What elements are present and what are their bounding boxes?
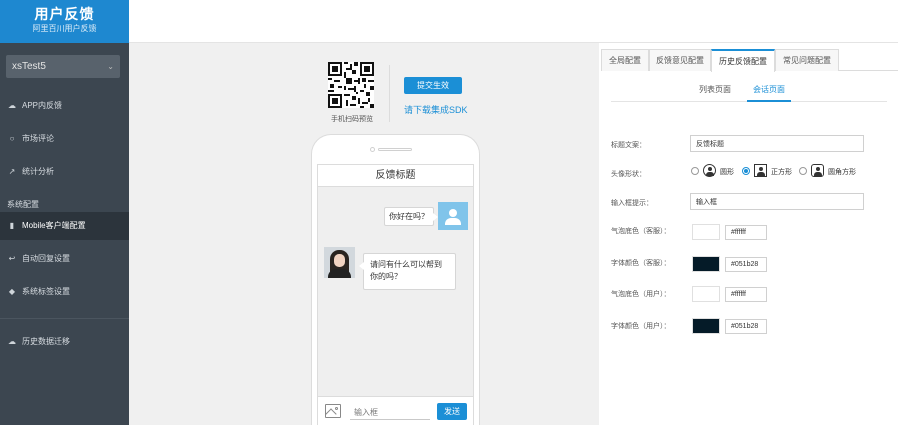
- vertical-divider: [389, 65, 390, 122]
- sidebar-item-label: 历史数据迁移: [22, 337, 70, 346]
- font-agent-swatch[interactable]: [692, 256, 720, 272]
- tag-icon: ◆: [8, 287, 16, 296]
- sidebar-item-market-review[interactable]: ○ 市场评论: [0, 125, 129, 153]
- sidebar: 用户反馈 阿里百川用户反馈 xsTest5 ⌄ ☁ APP内反馈 ○ 市场评论 …: [0, 0, 129, 425]
- sidebar-item-data-migration[interactable]: ☁ 历史数据迁移: [0, 328, 129, 356]
- tab-history-config[interactable]: 历史反馈配置: [711, 49, 775, 72]
- radio-rounded-square-label: 圆角方形: [828, 169, 856, 176]
- agent-message-bubble: 请问有什么可以帮到你的吗？: [359, 253, 456, 290]
- cloud-upload-icon: ☁: [8, 337, 16, 346]
- font-agent-hex[interactable]: #051b28: [725, 257, 767, 272]
- title-label: 标题文案：: [611, 142, 646, 149]
- config-tabs: 全局配置 反馈意见配置 历史反馈配置 常见问题配置: [601, 49, 898, 72]
- brand-subtitle: 阿里百川用户反馈: [32, 24, 97, 33]
- phone-input-bar: 发送: [318, 396, 473, 425]
- tab-feedback-config[interactable]: 反馈意见配置: [649, 49, 711, 71]
- sidebar-item-statistics[interactable]: ↗ 统计分析: [0, 158, 129, 186]
- brand-header: 用户反馈 阿里百川用户反馈: [0, 0, 129, 43]
- sidebar-item-label: Mobile客户端配置: [22, 221, 86, 230]
- chart-icon: ↗: [8, 167, 16, 176]
- bubble-agent-hex[interactable]: #ffffff: [725, 225, 767, 240]
- sidebar-item-label: 统计分析: [22, 167, 54, 176]
- brand-title: 用户反馈: [34, 6, 95, 22]
- send-button[interactable]: 发送: [437, 403, 467, 420]
- radio-circle[interactable]: [691, 167, 699, 175]
- avatar-rounded-square-icon: [811, 164, 824, 177]
- app-select[interactable]: xsTest5 ⌄: [6, 55, 120, 78]
- nav-section-label: 系统配置: [7, 200, 39, 209]
- nav-divider: [0, 318, 129, 319]
- radio-rounded-square[interactable]: [799, 167, 807, 175]
- config-panel: 全局配置 反馈意见配置 历史反馈配置 常见问题配置 列表页面 会话页面 标题文案…: [599, 43, 898, 425]
- phone-title: 反馈标题: [318, 165, 473, 187]
- font-agent-label: 字体颜色（客服）：: [611, 260, 671, 267]
- bubble-user-hex[interactable]: #ffffff: [725, 287, 767, 302]
- user-avatar-icon: [438, 202, 468, 230]
- bubble-agent-label: 气泡底色（客服）：: [611, 228, 671, 235]
- phone-message-input[interactable]: [350, 405, 430, 420]
- bubble-agent-swatch[interactable]: [692, 224, 720, 240]
- image-icon[interactable]: [325, 404, 341, 420]
- radio-square-label: 正方形: [771, 169, 792, 176]
- font-user-swatch[interactable]: [692, 318, 720, 334]
- download-sdk-link[interactable]: 请下载集成SDK: [404, 103, 468, 116]
- phone-speaker: [378, 148, 412, 151]
- input-hint-label: 输入框提示：: [611, 200, 653, 207]
- cloud-icon: ☁: [8, 101, 16, 110]
- radio-square[interactable]: [742, 167, 750, 175]
- phone-screen: 反馈标题 你好在吗？ 请问有什么可以帮到你的吗？ 发送: [317, 164, 474, 425]
- top-header: [129, 0, 898, 43]
- avatar-shape-label: 头像形状：: [611, 171, 646, 178]
- app-select-value: xsTest5: [12, 61, 46, 72]
- reply-icon: ↩: [8, 254, 16, 263]
- font-user-hex[interactable]: #051b28: [725, 319, 767, 334]
- sidebar-item-app-feedback[interactable]: ☁ APP内反馈: [0, 92, 129, 120]
- qr-caption: 手机扫码预览: [331, 116, 373, 123]
- bubble-user-swatch[interactable]: [692, 286, 720, 302]
- mobile-icon: ▮: [9, 221, 15, 230]
- avatar-circle-icon: [703, 164, 716, 177]
- sidebar-item-mobile-config[interactable]: ▮ Mobile客户端配置: [0, 212, 129, 240]
- sidebar-item-label: APP内反馈: [22, 101, 63, 110]
- sidebar-item-auto-reply[interactable]: ↩ 自动回复设置: [0, 245, 129, 273]
- phone-preview: 反馈标题 你好在吗？ 请问有什么可以帮到你的吗？ 发送: [311, 134, 480, 425]
- sidebar-item-label: 市场评论: [22, 134, 54, 143]
- radio-circle-label: 圆形: [720, 169, 734, 176]
- config-subtabs: 列表页面 会话页面: [611, 80, 887, 102]
- subtab-conversation-page[interactable]: 会话页面: [747, 80, 791, 102]
- tab-faq-config[interactable]: 常见问题配置: [775, 49, 839, 71]
- submit-button[interactable]: 提交生效: [404, 77, 462, 94]
- title-input[interactable]: [690, 135, 864, 152]
- phone-camera: [370, 147, 375, 152]
- user-message-bubble: 你好在吗？: [384, 207, 438, 226]
- bubble-user-label: 气泡底色（用户）：: [611, 291, 671, 298]
- agent-avatar: [324, 247, 355, 278]
- chevron-down-icon: ⌄: [107, 62, 114, 71]
- sidebar-item-tag-settings[interactable]: ◆ 系统标签设置: [0, 278, 129, 306]
- tab-global-config[interactable]: 全局配置: [601, 49, 649, 71]
- comment-icon: ○: [9, 134, 15, 143]
- font-user-label: 字体颜色（用户）：: [611, 323, 671, 330]
- sidebar-item-label: 自动回复设置: [22, 254, 70, 263]
- avatar-square-icon: [754, 164, 767, 177]
- qr-code: [328, 62, 374, 108]
- sidebar-item-label: 系统标签设置: [22, 287, 70, 296]
- subtab-list-page[interactable]: 列表页面: [695, 80, 735, 102]
- input-hint-field[interactable]: [690, 193, 864, 210]
